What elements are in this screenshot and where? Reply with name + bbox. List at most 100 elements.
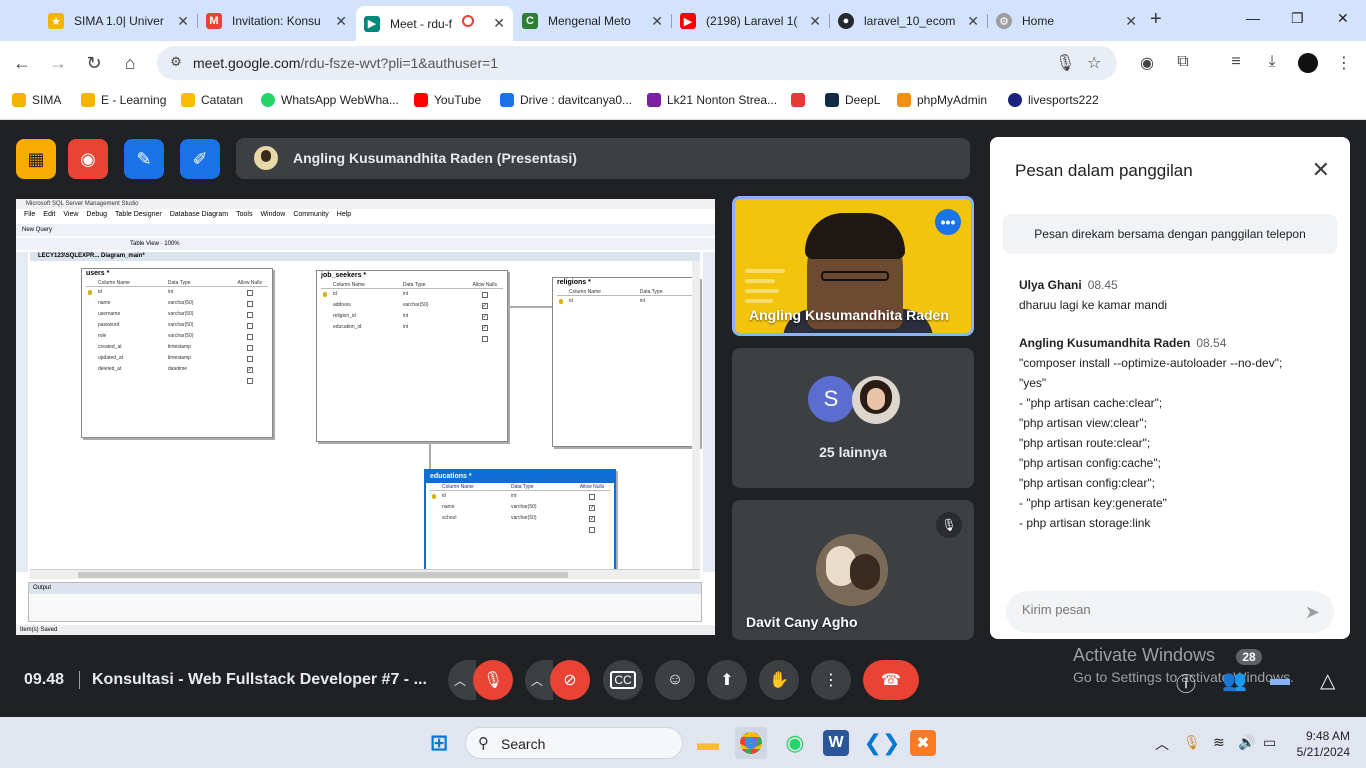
audio-options-button[interactable]: ︿ [448,660,476,700]
tab-youtube[interactable]: ▶ (2198) Laravel 1( ✕ [672,6,830,36]
kebab-menu-icon[interactable]: ⋮ [1334,53,1354,73]
recording-icon [462,15,474,27]
bookmark-phpmyadmin[interactable]: phpMyAdmin [897,93,987,107]
ssms-status-bar: Item(s) Saved [16,625,715,635]
battery-icon[interactable]: ▭ [1263,734,1276,751]
table-educations[interactable]: educations * Column Name Data Type Allow N… [424,469,616,573]
info-icon[interactable]: ⓘ [1176,668,1196,697]
table-job-seekers[interactable]: job_seekers * Column Name Data Type Allow … [316,270,508,442]
keep-icon [181,93,195,107]
extensions-puzzle-icon[interactable]: ⧉ [1173,53,1193,73]
taskbar-clock[interactable]: 9:48 AM 5/21/2024 [1290,728,1350,760]
close-tab-icon[interactable]: ✕ [335,13,347,30]
windows-start-icon[interactable]: ⊞ [423,727,455,759]
tab-github[interactable]: ● laravel_10_ecom ✕ [830,6,988,36]
close-tab-icon[interactable]: ✕ [177,13,189,30]
captions-icon: CC [610,671,636,689]
reactions-button[interactable]: ☺ [655,660,695,700]
new-tab-icon[interactable]: + [1150,8,1162,31]
tray-mic-icon[interactable]: 🎙 [1183,734,1201,751]
presenter-banner: Angling Kusumandhita Raden (Presentasi) [236,138,970,179]
chat-message: Ulya Ghani 08.45 dharuu lagi ke kamar man… [1019,278,1168,312]
close-tab-icon[interactable]: ✕ [967,13,979,30]
mic-off-icon: 🎙 [936,512,962,538]
host-controls-icon[interactable]: ▦ [16,139,56,179]
chat-input[interactable] [1022,602,1282,617]
restore-icon[interactable]: ❐ [1291,10,1304,27]
tray-chevron-icon[interactable]: ︿ [1155,734,1169,754]
forward-icon[interactable]: → [46,51,70,75]
activities-icon[interactable]: △ [1320,668,1335,693]
avatar-photo [852,376,900,424]
bookmark-deepl[interactable]: DeepL [825,93,880,107]
bookmark-livesports[interactable]: livesports222 [1008,93,1099,107]
microphone-icon[interactable]: 🎙 [1055,53,1075,73]
tab-invitation[interactable]: M Invitation: Konsu ✕ [198,6,355,36]
bookmark-lk21[interactable]: Lk21 Nonton Strea... [647,93,777,107]
bookmark-catatan[interactable]: Catatan [181,93,243,107]
video-options-button[interactable]: ︿ [525,660,553,700]
shared-screen: Microsoft SQL Server Management Studio F… [16,199,715,635]
profile-avatar-icon[interactable] [1298,53,1318,73]
raise-hand-button[interactable]: ✋ [759,660,799,700]
minimize-icon[interactable]: — [1246,10,1260,26]
bookmark-drive[interactable]: Drive : davitcanya0... [500,93,632,107]
participant-tile-presenter[interactable]: ••• Angling Kusumandhita Raden [732,196,974,336]
participant-tile-others[interactable]: S 25 lainnya [732,348,974,488]
chat-title: Pesan dalam panggilan [1015,161,1193,180]
download-icon[interactable]: ⤓ [1262,53,1282,73]
close-window-icon[interactable]: ✕ [1337,10,1349,27]
bookmark-star-icon[interactable]: ☆ [1087,53,1101,73]
tab-mengenal[interactable]: C Mengenal Meto ✕ [514,6,672,36]
camera-toggle-button[interactable]: ⊘ [550,660,590,700]
leave-call-button[interactable]: ☎ [863,660,919,700]
close-tab-icon[interactable]: ✕ [493,15,505,32]
whatsapp-icon[interactable]: ◉ [779,727,811,759]
home-icon[interactable]: ⌂ [118,51,142,75]
close-icon[interactable]: ✕ [1312,157,1330,183]
volume-icon[interactable]: 🔊 [1238,734,1255,751]
xampp-icon[interactable]: ✖ [910,730,936,756]
bookmark-elearning[interactable]: E - Learning [81,93,166,107]
taskbar-search[interactable]: ⚲ Search [465,727,683,759]
youtube-favicon-icon: ▶ [680,13,696,29]
bookmark-whatsapp[interactable]: WhatsApp WebWha... [261,93,399,107]
close-tab-icon[interactable]: ✕ [1125,13,1137,30]
captions-button[interactable]: CC [603,660,643,700]
word-icon[interactable]: W [823,730,849,756]
sima-icon [12,93,26,107]
record-icon[interactable]: ◉ [68,139,108,179]
more-options-button[interactable]: ⋮ [811,660,851,700]
table-users[interactable]: users * Column Name Data Type Allow Nulls … [81,268,273,438]
media-queue-icon[interactable]: ≡ [1226,53,1246,73]
tab-sima[interactable]: ★ SIMA 1.0| Univer ✕ [40,6,198,36]
bookmark-youtube[interactable]: YouTube [414,93,481,107]
address-bar[interactable]: ⚙ meet.google.com/rdu-fsze-wvt?pli=1&aut… [157,46,1117,80]
bookmark-sima[interactable]: SIMA [12,93,61,107]
mic-toggle-button[interactable]: 🎙 [473,660,513,700]
chrome-icon[interactable] [735,727,767,759]
file-explorer-icon[interactable]: ▬ [692,727,724,759]
send-icon[interactable]: ➤ [1305,602,1320,623]
reload-icon[interactable]: ↻ [82,51,106,75]
close-tab-icon[interactable]: ✕ [651,13,663,30]
present-button[interactable]: ⬆ [707,660,747,700]
bookmark-video[interactable] [791,93,811,107]
back-icon[interactable]: ← [10,51,34,75]
diagram-horizontal-scrollbar[interactable] [30,569,700,579]
tab-home[interactable]: ⚙ Home ✕ [988,6,1145,36]
whiteboard-icon[interactable]: ✐ [180,139,220,179]
chat-icon[interactable]: ▬ [1270,668,1290,691]
people-icon[interactable]: 👥 [1222,668,1247,693]
participant-tile-davit[interactable]: 🎙 Davit Cany Agho [732,500,974,640]
more-options-icon[interactable]: ••• [935,209,961,235]
site-info-icon[interactable]: ⚙ [167,54,185,72]
diagram-vertical-scrollbar[interactable] [692,261,700,569]
extension-globe-icon[interactable]: ◉ [1137,53,1157,73]
tab-meet[interactable]: ▶ Meet - rdu-f ✕ [356,6,513,41]
vscode-icon[interactable]: ❮❯ [864,727,901,759]
wifi-icon[interactable]: ≋ [1213,734,1225,751]
table-religions[interactable]: religions * Column Name Data Type id int [552,277,700,447]
close-tab-icon[interactable]: ✕ [809,13,821,30]
notes-icon[interactable]: ✎ [124,139,164,179]
